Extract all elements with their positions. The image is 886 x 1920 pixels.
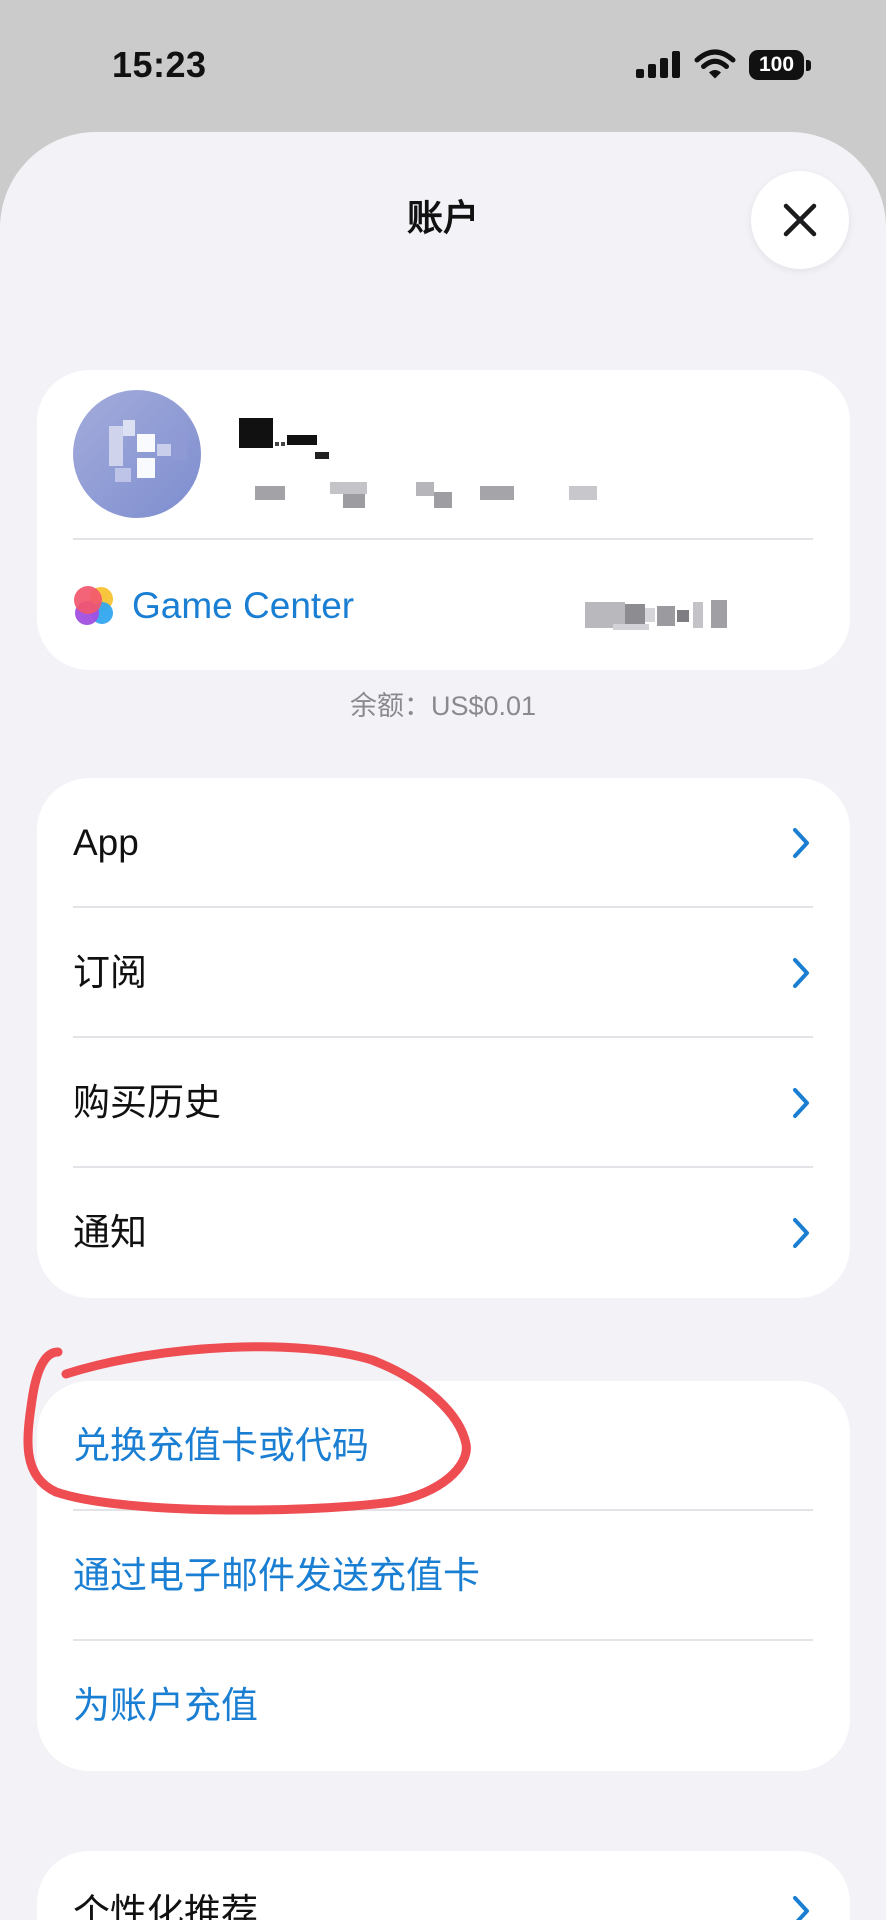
status-bar: 15:23 100 <box>0 0 886 132</box>
menu-item-subscriptions[interactable]: 订阅 <box>37 908 850 1038</box>
status-time: 15:23 <box>112 44 207 85</box>
menu-item-app[interactable]: App <box>37 778 850 908</box>
battery-level: 100 <box>758 53 795 76</box>
game-center-icon <box>74 586 113 625</box>
add-funds-button[interactable]: 为账户充值 <box>37 1641 850 1771</box>
action-label: 兑换充值卡或代码 <box>73 1425 369 1466</box>
profile-divider <box>73 538 813 540</box>
chevron-right-icon <box>793 1896 809 1920</box>
action-label: 通过电子邮件发送充值卡 <box>73 1555 480 1596</box>
menu-item-purchase-history[interactable]: 购买历史 <box>37 1038 850 1168</box>
account-sheet: 账户 Game Center 余额：US$0.01 App 订阅 购买历史 通知… <box>0 132 886 1920</box>
game-center-row[interactable]: Game Center <box>37 542 850 670</box>
profile-header[interactable] <box>37 370 850 538</box>
redeem-gift-card-button[interactable]: 兑换充值卡或代码 <box>37 1381 850 1511</box>
menu-item-label: App <box>73 822 139 863</box>
chevron-right-icon <box>793 1088 809 1118</box>
personalized-recommendations-item[interactable]: 个性化推荐 <box>37 1851 850 1920</box>
more-section: 个性化推荐 <box>37 1851 850 1920</box>
battery-icon: 100 <box>749 50 804 80</box>
chevron-right-icon <box>793 958 809 988</box>
menu-item-label: 订阅 <box>73 952 147 993</box>
chevron-right-icon <box>793 828 809 858</box>
close-icon <box>783 203 817 237</box>
redacted-account-name <box>239 418 329 459</box>
close-button[interactable] <box>751 171 849 269</box>
chevron-right-icon <box>793 1218 809 1248</box>
menu-item-label: 通知 <box>73 1212 147 1253</box>
account-balance: 余额：US$0.01 <box>349 691 537 721</box>
gift-card-actions: 兑换充值卡或代码 通过电子邮件发送充值卡 为账户充值 <box>37 1381 850 1771</box>
game-center-label: Game Center <box>132 585 355 626</box>
account-menu: App 订阅 购买历史 通知 <box>37 778 850 1298</box>
profile-card: Game Center <box>37 370 850 670</box>
battery-cap <box>806 60 811 71</box>
redacted-game-center-nickname <box>585 600 727 630</box>
redacted-account-email <box>255 482 597 508</box>
action-label: 为账户充值 <box>73 1685 258 1726</box>
send-gift-card-email-button[interactable]: 通过电子邮件发送充值卡 <box>37 1511 850 1641</box>
wifi-icon <box>694 49 736 79</box>
signal-icon <box>636 51 680 78</box>
menu-item-label: 个性化推荐 <box>73 1892 258 1920</box>
avatar <box>73 390 201 518</box>
menu-item-notifications[interactable]: 通知 <box>37 1168 850 1298</box>
menu-item-label: 购买历史 <box>73 1082 221 1123</box>
